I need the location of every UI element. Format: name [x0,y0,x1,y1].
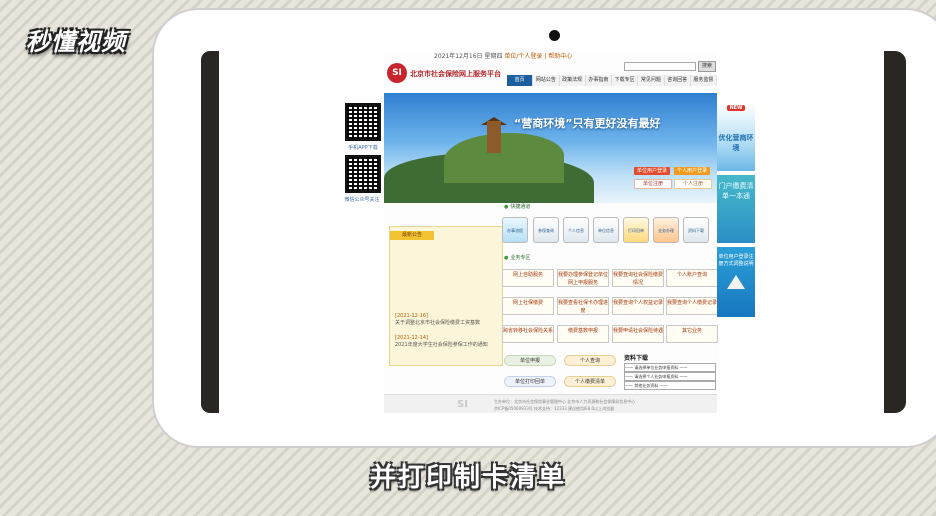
quick-tile[interactable]: 资料下载 [683,217,709,243]
notice-text: 2021年度大学生社会保险参保工作的通知 [395,342,488,348]
quick-tile[interactable]: 单位信息 [593,217,619,243]
unit-register-button[interactable]: 单位注册 [634,179,672,189]
service-item[interactable]: 我要申请社会保险待遇 [612,325,664,343]
service-item[interactable]: 其它业务 [666,325,718,343]
service-item[interactable]: 缴费基数申报 [557,325,609,343]
megaphone-icon [727,275,745,289]
side-ad-bill[interactable]: 门户缴费清单一本通 [717,175,755,243]
login-help-links[interactable]: 单位/个人登录 | 帮助中心 [504,53,572,60]
app-qr-label: 手机APP下载 [348,145,378,151]
download-title: 资料下载 [624,355,649,362]
new-badge: NEW [727,105,745,111]
site-logo-icon: SI [387,63,407,83]
app-qr-code [345,103,381,141]
service-item[interactable]: 网上自助服务 [502,269,554,287]
notice-header: 最新公告 [390,231,434,240]
footer-line: 主办单位：北京市社会保险事业管理中心 北京市人力资源和社会保障局信息中心 [494,399,636,404]
side-ad-business[interactable]: NEW 优化营商环境 [717,103,755,171]
nav-item-faq[interactable]: 常见问题 [638,75,665,86]
wechat-qr-label: 微信公众号关注 [344,197,380,203]
nav-item-guide[interactable]: 办事指南 [585,75,612,86]
tablet-bezel-right [884,51,906,413]
personal-bill-button[interactable]: 个人缴费清单 [564,376,616,387]
banner-slogan: “营商环境”只有更好没有最好 [514,117,661,130]
personal-login-button[interactable]: 个人用户登录 [674,167,710,175]
unit-print-button[interactable]: 单位打印回单 [504,376,556,387]
side-ad-text: 门户缴费清单一本通 [718,182,754,200]
notice-text: 关于调整北京市社会保险缴费工资基数 [395,320,481,326]
nav-item-downloads[interactable]: 下载专区 [612,75,639,86]
unit-login-button[interactable]: 单位用户登录 [634,167,670,175]
side-ad-login[interactable]: 单位用户登录注册方式调整说明 [717,247,755,317]
footer-logo-icon: SI [457,399,468,410]
tablet-bezel-left [201,51,219,413]
video-caption: 并打印制卡清单 [369,463,566,493]
quick-tile[interactable]: 参保查询 [533,217,559,243]
side-ad-text: 单位用户登录注册方式调整说明 [718,254,754,267]
section-title-quick: 快捷通道 [504,203,530,210]
service-item[interactable]: 我要查询个人缴费记录 [666,297,718,315]
notice-panel: 最新公告 [2021-12-16] 关于调整北京市社会保险缴费工资基数 [202… [389,226,503,366]
notice-date: [2021-12-14] [395,335,428,341]
section-title-services: 业务专区 [504,254,530,261]
download-select[interactable]: —— 其他业务资料 —— [624,381,716,390]
personal-register-button[interactable]: 个人注册 [674,179,712,189]
nav-item-policies[interactable]: 政策法规 [559,75,586,86]
nav-item-home[interactable]: 首页 [507,75,534,86]
service-item[interactable]: 我要查询社会保险缴费情况 [612,269,664,287]
video-watermark-logo: 秒懂视频 [26,28,126,56]
service-item[interactable]: 我要办理参保登记单位网上申报服务 [557,269,609,287]
footer-line: 京ICP备05060933号 技术支持：12333 建议使用IE8.0以上浏览器 [494,406,615,411]
service-item[interactable]: 网上社保缴费 [502,297,554,315]
unit-declare-button[interactable]: 单位申报 [504,355,556,366]
nav-item-supervision[interactable]: 服务监督 [690,75,717,86]
quick-tile[interactable]: 业务办理 [653,217,679,243]
wechat-qr-code [345,155,381,193]
pagoda-tower [487,121,501,153]
main-nav: 首页 网站公告 政策法规 办事指南 下载专区 常见问题 咨询回答 服务监督 [507,75,717,86]
service-item[interactable]: 跨省转移社会保险关系 [502,325,554,343]
tablet-screen: 2021年12月16日 星期四 单位/个人登录 | 帮助中心 SI 北京市社会保… [219,51,884,413]
tablet-camera [549,30,560,41]
side-ad-text: 优化营商环境 [718,134,754,152]
banner-hill-peak [444,133,564,183]
nav-item-consult[interactable]: 咨询回答 [664,75,691,86]
service-item[interactable]: 我要查看社保卡办理进度 [557,297,609,315]
personal-query-button[interactable]: 个人查询 [564,355,616,366]
download-select[interactable]: —— 请选择个人业务申报资料 —— [624,372,716,381]
hero-banner: “营商环境”只有更好没有最好 单位用户登录 个人用户登录 单位注册 个人注册 [384,93,717,203]
search-input[interactable] [624,62,696,71]
service-item[interactable]: 个人账户查询 [666,269,718,287]
notice-date: [2021-12-16] [395,313,428,319]
notice-item[interactable]: [2021-12-16] 关于调整北京市社会保险缴费工资基数 [395,313,500,326]
quick-tile[interactable]: 打印回单 [623,217,649,243]
service-item[interactable]: 我要查询个人权益记录 [612,297,664,315]
login-panel: 单位用户登录 个人用户登录 单位注册 个人注册 [634,163,714,201]
quick-tile[interactable]: 个人信息 [563,217,589,243]
download-select[interactable]: —— 请选择单位业务申报资料 —— [624,363,716,372]
nav-item-notices[interactable]: 网站公告 [533,75,560,86]
notice-item[interactable]: [2021-12-14] 2021年度大学生社会保险参保工作的通知 [395,335,500,348]
date-text: 2021年12月16日 星期四 [434,53,503,60]
search-button[interactable]: 搜索 [698,61,716,72]
top-links: 2021年12月16日 星期四 单位/个人登录 | 帮助中心 [434,51,714,61]
quick-tile[interactable]: 办事流程 [502,217,528,243]
site-title: 北京市社会保险网上服务平台 [410,70,501,78]
